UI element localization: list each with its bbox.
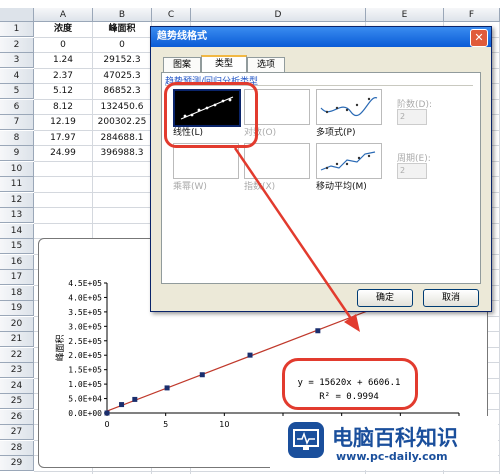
annotation-arrow bbox=[233, 147, 360, 332]
